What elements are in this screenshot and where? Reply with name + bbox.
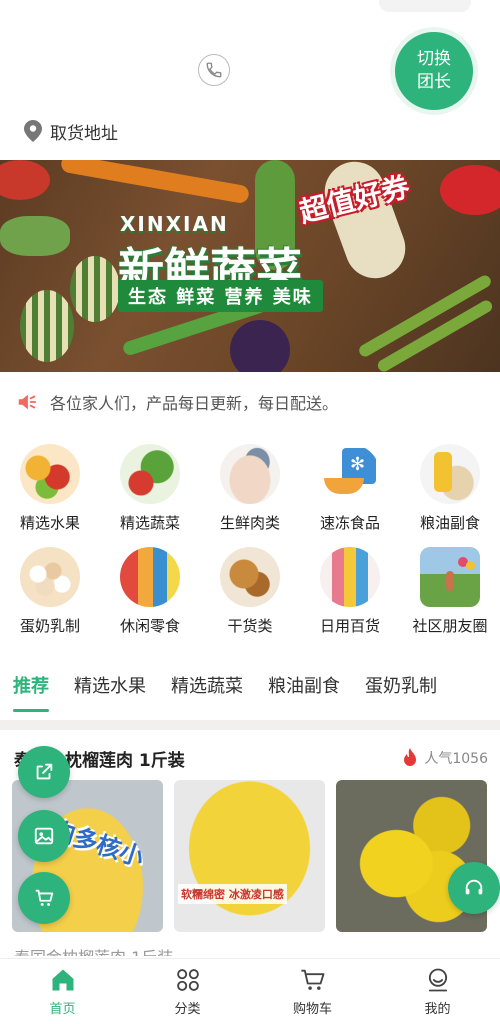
top-pill — [379, 0, 471, 12]
nav-label: 我的 — [424, 1002, 451, 1017]
nav-category[interactable]: 分类 — [125, 959, 250, 1024]
section-divider — [0, 720, 500, 730]
tab-fruit[interactable]: 精选水果 — [74, 672, 146, 716]
product-image-text: 软糯绵密 冰激凌口感 — [178, 884, 287, 904]
category-label: 休闲零食 — [119, 617, 180, 635]
eggs-dairy-icon — [20, 547, 80, 607]
notice-bar: 各位家人们，产品每日更新，每日配送。 — [16, 386, 338, 418]
popularity-text: 人气1056 — [424, 751, 488, 767]
nav-label: 首页 — [49, 1002, 76, 1017]
nav-profile[interactable]: 我的 — [375, 959, 500, 1024]
profile-icon — [428, 968, 447, 992]
product-images: 肉多核小 软糯绵密 冰激凌口感 — [12, 780, 487, 932]
promo-banner[interactable]: XINXIAN 新鲜蔬菜 超值好券 生态 鲜菜 营养 美味 — [0, 160, 500, 372]
nav-cart[interactable]: 购物车 — [250, 959, 375, 1024]
phone-button[interactable] — [198, 54, 230, 86]
frozen-food-icon: ✻ — [320, 444, 380, 504]
category-label: 精选蔬菜 — [119, 514, 180, 532]
nav-label: 购物车 — [292, 1002, 332, 1017]
category-grid: 精选水果 精选蔬菜 生鲜肉类 ✻ 速冻食品 粮油副食 蛋奶乳制 休闲零食 干货类… — [0, 444, 500, 636]
tab-vegetable[interactable]: 精选蔬菜 — [171, 672, 243, 716]
product-caption: 泰国金枕榴莲肉 1斤装 — [14, 944, 173, 956]
cart-icon — [300, 969, 324, 990]
cart-icon — [35, 889, 54, 906]
category-item-vegetable[interactable]: 精选蔬菜 — [100, 444, 200, 533]
switch-label-1: 切换 — [417, 49, 451, 69]
fire-icon — [404, 748, 417, 766]
category-item-meat[interactable]: 生鲜肉类 — [200, 444, 300, 533]
fruit-icon — [20, 444, 80, 504]
category-item-grain-oil[interactable]: 粮油副食 — [400, 444, 500, 533]
banner-veg-decor — [70, 256, 120, 322]
snacks-icon — [120, 547, 180, 607]
category-label: 精选水果 — [19, 514, 80, 532]
category-item-daily-goods[interactable]: 日用百货 — [300, 547, 400, 636]
tab-grain-oil[interactable]: 粮油副食 — [268, 672, 340, 716]
category-icon — [176, 969, 199, 991]
header: 切换 团长 取货地址 — [0, 0, 500, 160]
category-label: 速冻食品 — [319, 514, 380, 532]
dried-goods-icon — [220, 547, 280, 607]
vegetable-icon — [120, 444, 180, 504]
popularity-badge: 人气1056 — [402, 748, 488, 768]
community-icon — [420, 547, 480, 607]
banner-subtitle: 生态 鲜菜 营养 美味 — [118, 280, 323, 312]
tab-recommend[interactable]: 推荐 — [13, 672, 49, 716]
phone-icon — [206, 62, 222, 78]
banner-veg-decor — [230, 320, 290, 372]
switch-label-2: 团长 — [417, 72, 451, 92]
location-pin-icon — [24, 120, 42, 142]
category-tabs: 推荐 精选水果 精选蔬菜 粮油副食 蛋奶乳制 — [0, 672, 500, 716]
notice-text: 各位家人们，产品每日更新，每日配送。 — [50, 394, 339, 413]
category-item-snacks[interactable]: 休闲零食 — [100, 547, 200, 636]
category-item-frozen[interactable]: ✻ 速冻食品 — [300, 444, 400, 533]
meat-icon — [220, 444, 280, 504]
pickup-address[interactable]: 取货地址 — [24, 118, 118, 144]
daily-goods-icon — [320, 547, 380, 607]
pickup-label: 取货地址 — [50, 123, 118, 144]
banner-veg-decor — [20, 290, 74, 362]
switch-leader-button[interactable]: 切换 团长 — [390, 27, 478, 115]
bottom-navigation: 首页 分类 购物车 我的 — [0, 958, 500, 1024]
banner-veg-decor — [0, 216, 70, 256]
tab-eggs-dairy[interactable]: 蛋奶乳制 — [365, 672, 437, 716]
category-item-dried-goods[interactable]: 干货类 — [200, 547, 300, 636]
home-icon — [52, 969, 73, 991]
product-image[interactable]: 软糯绵密 冰激凌口感 — [174, 780, 325, 932]
nav-label: 分类 — [174, 1002, 201, 1017]
share-icon — [36, 763, 53, 780]
image-icon — [34, 827, 54, 845]
banner-veg-decor — [59, 160, 251, 205]
category-label: 干货类 — [227, 617, 273, 635]
category-label: 日用百货 — [319, 617, 380, 635]
category-item-fruit[interactable]: 精选水果 — [0, 444, 100, 533]
banner-veg-decor — [440, 165, 500, 215]
grain-oil-icon — [420, 444, 480, 504]
category-label: 生鲜肉类 — [219, 514, 280, 532]
banner-title-en: XINXIAN — [120, 212, 229, 236]
category-label: 蛋奶乳制 — [19, 617, 80, 635]
headset-icon — [465, 879, 483, 895]
speaker-icon — [18, 394, 37, 410]
add-to-cart-button[interactable] — [18, 872, 70, 924]
customer-service-button[interactable] — [448, 862, 500, 914]
save-image-button[interactable] — [18, 810, 70, 862]
category-item-eggs-dairy[interactable]: 蛋奶乳制 — [0, 547, 100, 636]
category-label: 社区朋友圈 — [412, 617, 488, 635]
category-label: 粮油副食 — [419, 514, 480, 532]
banner-veg-decor — [0, 160, 50, 200]
nav-home[interactable]: 首页 — [0, 959, 125, 1024]
category-item-community[interactable]: 社区朋友圈 — [400, 547, 500, 636]
share-button[interactable] — [18, 746, 70, 798]
